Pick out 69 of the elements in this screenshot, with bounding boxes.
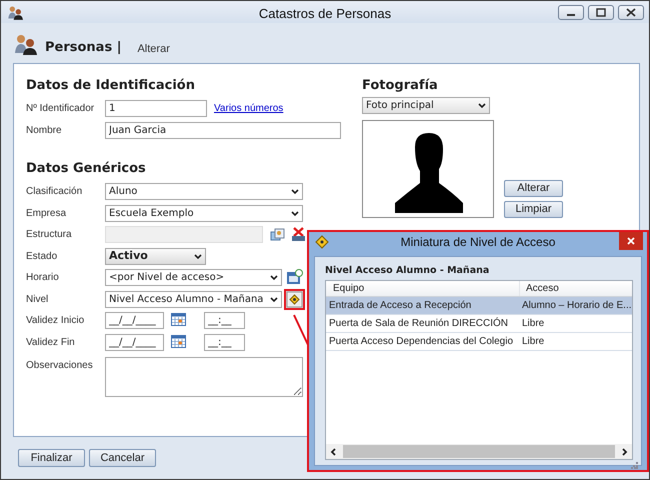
field-label: Nº Identificador xyxy=(26,102,96,116)
caret-icon xyxy=(194,252,202,260)
people-icon xyxy=(7,4,23,20)
tool-button[interactable] xyxy=(286,290,303,308)
photo-button[interactable]: Alterar xyxy=(504,180,563,197)
delete-icon xyxy=(290,226,307,244)
close-button[interactable] xyxy=(619,232,643,250)
field-label: Estado xyxy=(26,250,58,264)
horizontal-scrollbar[interactable] xyxy=(326,444,632,460)
field-label: Empresa xyxy=(26,206,68,221)
close-icon xyxy=(624,6,638,18)
column-header[interactable]: Equipo xyxy=(326,281,519,296)
section-heading: Datos Genéricos xyxy=(26,160,147,178)
date-field[interactable]: __/__/____ xyxy=(105,334,164,351)
edit-link[interactable]: Alterar xyxy=(137,40,170,57)
window-title: Catastros de Personas xyxy=(258,5,392,23)
structure-icon xyxy=(269,226,286,244)
caret-icon xyxy=(291,188,299,196)
field-label: Estructura xyxy=(26,228,73,242)
tool-button[interactable] xyxy=(290,226,307,244)
footer-button[interactable]: Cancelar xyxy=(89,449,156,467)
calendar-icon[interactable] xyxy=(171,334,186,348)
date-field[interactable]: __/__/____ xyxy=(105,312,164,330)
dropdown[interactable]: Activo xyxy=(105,248,206,265)
scroll-thumb[interactable] xyxy=(343,445,615,458)
maximize-button[interactable] xyxy=(588,4,614,20)
time-field[interactable]: __:__ xyxy=(204,334,245,351)
section-heading: Datos de Identificación xyxy=(26,77,196,95)
link[interactable]: Varios números xyxy=(214,101,284,116)
dropdown[interactable]: Nivel Acceso Alumno - Mañana xyxy=(105,290,282,308)
field-label: Clasificación xyxy=(26,185,84,200)
calendar-icon xyxy=(286,269,303,286)
close-button[interactable] xyxy=(618,4,644,20)
caret-icon xyxy=(270,296,278,303)
calendar-icon[interactable] xyxy=(171,313,186,326)
table-row[interactable]: Puerta Acceso Dependencias del Colegio Libre xyxy=(326,333,632,352)
minimize-icon xyxy=(567,14,575,16)
time-field[interactable]: __:__ xyxy=(204,312,245,330)
field-label: Horario xyxy=(26,271,60,286)
page-title: Personas | xyxy=(45,38,122,56)
people-icon xyxy=(13,33,39,57)
field-label: Nombre xyxy=(26,124,63,138)
text-field[interactable]: 1 xyxy=(105,100,207,118)
dropdown[interactable]: Foto principal xyxy=(362,97,490,114)
caret-icon xyxy=(291,210,299,217)
field-label: Validez Fin xyxy=(26,336,76,350)
close-icon xyxy=(627,237,635,245)
table-row[interactable]: Entrada de Acceso a Recepción Alumno – Horario de E... xyxy=(326,297,632,316)
column-header[interactable]: Acceso xyxy=(519,281,632,296)
access-level-name: Nivel Acceso Alumno - Mañana xyxy=(325,264,490,278)
maximize-icon xyxy=(594,6,608,18)
field-label: Validez Inicio xyxy=(26,314,86,328)
popup-title: Miniatura de Nivel de Acceso xyxy=(400,234,556,251)
caret-icon xyxy=(478,102,486,109)
tool-button[interactable] xyxy=(269,226,286,244)
footer-button[interactable]: Finalizar xyxy=(18,449,85,467)
dropdown[interactable]: <por Nivel de acceso> xyxy=(105,269,282,286)
caret-icon xyxy=(270,274,278,282)
table-row[interactable]: Puerta de Sala de Reunión DIRECCIÓN Libre xyxy=(326,315,632,334)
tool-button[interactable] xyxy=(286,269,303,286)
resize-grip-icon xyxy=(631,462,638,470)
dropdown[interactable]: Escuela Exemplo xyxy=(105,204,303,222)
photo-button[interactable]: Limpiar xyxy=(504,201,563,218)
dropdown[interactable]: Aluno xyxy=(105,183,303,200)
field-label: Observaciones xyxy=(26,359,94,373)
minimize-button[interactable] xyxy=(558,4,584,20)
section-heading: Fotografía xyxy=(362,77,439,95)
diamond-icon xyxy=(315,235,329,249)
field-label: Nivel xyxy=(26,292,50,307)
